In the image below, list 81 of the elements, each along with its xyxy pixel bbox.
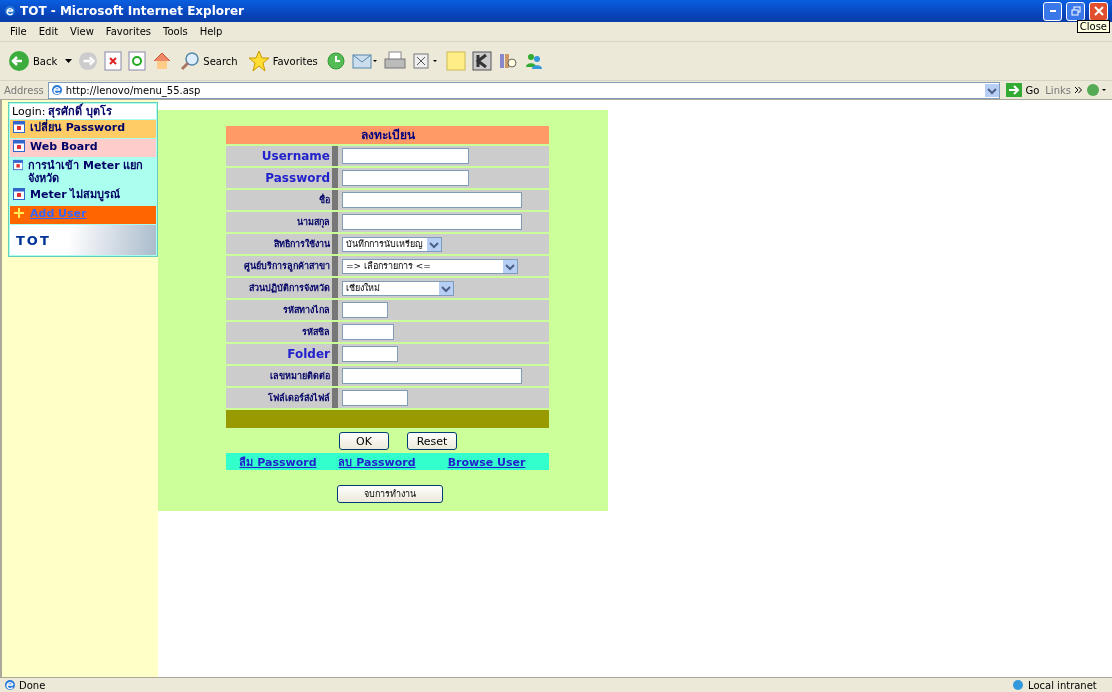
menu-item[interactable]: View [64, 26, 100, 37]
sidebar-item[interactable]: เปลี่ยน Password [10, 120, 156, 138]
field-label: Password [264, 171, 330, 185]
page-icon [50, 84, 63, 96]
favorites-button[interactable]: Favorites [245, 50, 320, 72]
minimize-button[interactable] [1043, 1, 1062, 21]
field-label: Folder [286, 347, 330, 361]
menu-item[interactable]: Edit [32, 26, 65, 37]
field-label: Username [260, 149, 330, 163]
field-label: ศูนย์บริการลูกค้าสาขา [243, 259, 330, 273]
input-field[interactable] [342, 148, 469, 164]
field-label: โฟล์เดอร์ส่งไฟล์ [267, 391, 330, 405]
page-icon [4, 679, 16, 691]
field-label: ชื่อ [318, 193, 330, 207]
tooltip: Close [1076, 20, 1110, 33]
zone-text: Local intranet [1028, 679, 1098, 691]
links-label[interactable]: Links [1045, 84, 1071, 96]
field-label: สิทธิการใช้งาน [273, 238, 330, 251]
field-label: ส่วนปฏิบัติการจังหวัด [248, 282, 330, 295]
menu-item[interactable]: Help [193, 26, 229, 37]
menu-item[interactable]: Tools [157, 26, 194, 37]
plus-icon [13, 207, 25, 219]
form-link[interactable]: ลืม Password [226, 453, 330, 471]
sidebar-item[interactable]: Web Board [10, 139, 156, 157]
history-icon[interactable] [325, 51, 346, 71]
messenger-icon[interactable] [523, 51, 544, 71]
input-field[interactable] [342, 390, 408, 406]
input-field[interactable] [342, 324, 394, 340]
window-title: TOT - Microsoft Internet Explorer [20, 4, 245, 18]
back-button[interactable]: Back [6, 50, 60, 72]
select-field[interactable]: เชียงใหม่ [342, 280, 454, 296]
field-label: รหัสชิล [301, 326, 330, 339]
input-field[interactable] [342, 170, 469, 186]
field-label: เลขหมายติดต่อ [269, 370, 330, 383]
minimize-icon [1049, 10, 1056, 12]
logo-banner: TOT [10, 225, 156, 255]
dropdown-caret-icon[interactable] [65, 58, 73, 64]
select-field[interactable]: บันทึกการนับเหรียญ [342, 236, 442, 252]
field-label: นามสกุล [296, 216, 330, 229]
status-text: Done [19, 679, 47, 691]
search-icon [180, 51, 201, 71]
field-label: รหัสทางไกล [282, 304, 330, 317]
close-icon [1093, 6, 1104, 16]
select-field[interactable]: => เลือกรายการ <= [342, 258, 518, 274]
calendar-icon [13, 159, 24, 171]
restore-button[interactable] [1066, 1, 1085, 21]
restore-icon [1070, 6, 1081, 16]
stop-icon[interactable] [104, 51, 123, 71]
login-label: Login: [12, 105, 46, 118]
calendar-icon [13, 188, 25, 200]
calendar-icon [13, 121, 25, 133]
print-icon[interactable] [383, 51, 406, 71]
menu-item[interactable]: Favorites [99, 26, 157, 37]
forward-icon[interactable] [78, 51, 99, 71]
form-button[interactable]: OK [339, 432, 389, 450]
browser-icon [4, 5, 16, 17]
calendar-icon [13, 140, 25, 152]
address-field[interactable]: http://lenovo/menu_55.asp [47, 81, 1001, 99]
search-button[interactable]: Search [178, 51, 240, 71]
form-title: ลงทะเบียน [226, 126, 549, 144]
input-field[interactable] [342, 214, 522, 230]
go-button[interactable]: Go [1004, 83, 1042, 97]
user-name: สุรศักดิ์ บุตโร [48, 105, 113, 118]
star-icon [247, 50, 270, 72]
input-field[interactable] [342, 302, 388, 318]
close-button[interactable] [1089, 1, 1108, 21]
address-label: Address [4, 84, 44, 96]
input-field[interactable] [342, 192, 522, 208]
network-icon [1011, 679, 1025, 691]
chevron-icon[interactable] [1075, 87, 1082, 93]
input-field[interactable] [342, 368, 522, 384]
home-icon[interactable] [152, 51, 173, 71]
end-button[interactable]: จบการทำงาน [337, 485, 443, 503]
form-link[interactable]: ลบ Password [330, 453, 424, 471]
input-field[interactable] [342, 346, 398, 362]
k-logo-icon[interactable] [471, 51, 492, 71]
menu-item[interactable]: File [4, 26, 33, 37]
form-button[interactable]: Reset [407, 432, 457, 450]
mail-icon[interactable] [351, 51, 378, 71]
form-link[interactable]: Browse User [424, 455, 549, 469]
go-arrow-icon [1006, 83, 1023, 97]
